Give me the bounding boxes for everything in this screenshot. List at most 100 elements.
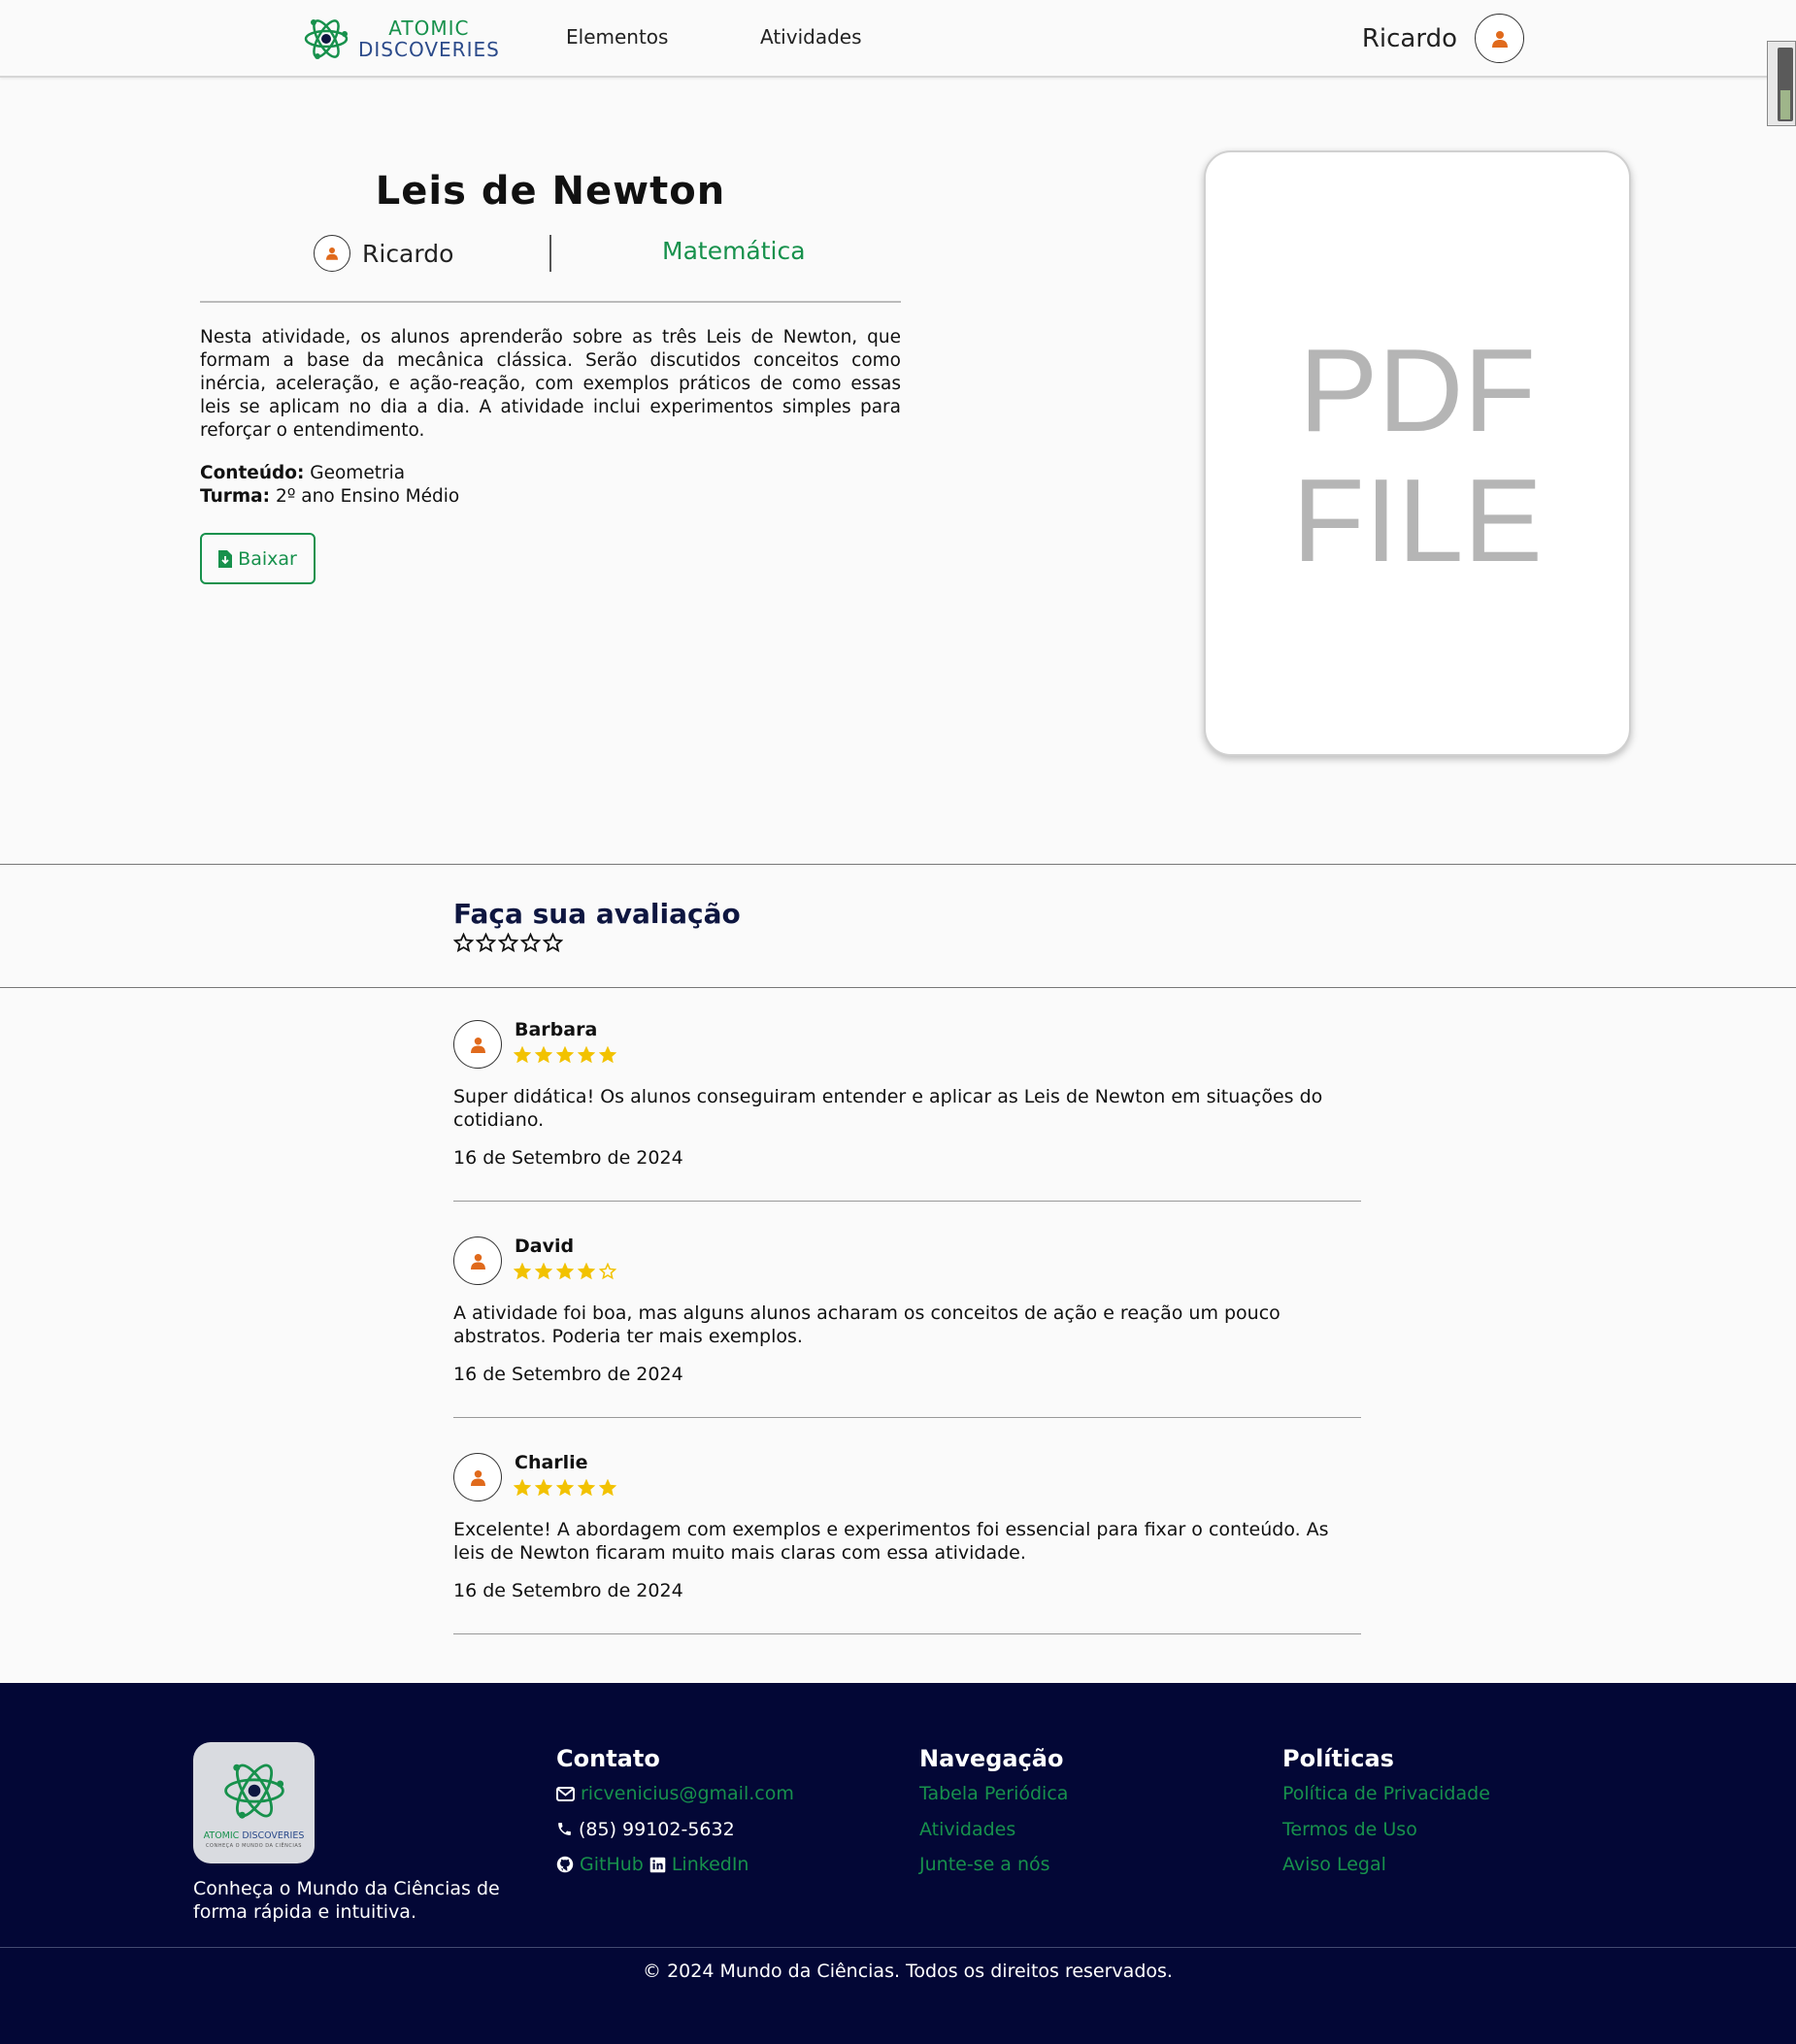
author-name: Ricardo bbox=[362, 239, 454, 268]
footer-link-termos[interactable]: Termos de Uso bbox=[1282, 1818, 1417, 1841]
user-icon bbox=[470, 1037, 485, 1053]
activity-info: Conteúdo: Geometria Turma: 2º ano Ensino… bbox=[200, 462, 459, 509]
atom-icon bbox=[224, 1764, 284, 1819]
logo-text-top: ATOMIC bbox=[388, 16, 470, 40]
review-stars bbox=[514, 1479, 616, 1497]
nav-link-elementos[interactable]: Elementos bbox=[566, 25, 668, 49]
star-filled-icon bbox=[578, 1046, 595, 1064]
star-filled-icon bbox=[578, 1479, 595, 1497]
pdf-text-line1: PDF bbox=[1299, 324, 1536, 456]
phone-icon bbox=[558, 1823, 571, 1835]
footer-logo-text-a: ATOMIC bbox=[203, 1830, 240, 1841]
star-outline-icon[interactable] bbox=[520, 933, 541, 953]
footer-navigation: Navegação Tabela Periódica Atividades Ju… bbox=[919, 1745, 1068, 1889]
meta-divider bbox=[549, 235, 551, 272]
header-avatar[interactable] bbox=[1475, 14, 1524, 63]
activity-subject[interactable]: Matemática bbox=[662, 237, 806, 265]
review-date: 16 de Setembro de 2024 bbox=[453, 1580, 683, 1601]
star-outline-icon[interactable] bbox=[476, 933, 496, 953]
footer-link-privacidade[interactable]: Política de Privacidade bbox=[1282, 1782, 1490, 1805]
star-filled-icon bbox=[514, 1263, 531, 1280]
review-text: Super didática! Os alunos conseguiram en… bbox=[453, 1086, 1323, 1131]
pdf-preview[interactable]: PDF FILE bbox=[1204, 150, 1631, 756]
reviewer-name: David bbox=[515, 1236, 575, 1257]
rating-title: Faça sua avaliação bbox=[453, 898, 741, 930]
github-icon bbox=[556, 1856, 574, 1873]
star-outline-icon bbox=[599, 1263, 616, 1280]
review-item: David A atividade foi boa, mas alguns al… bbox=[453, 1234, 1361, 1418]
footer-logo-text-b: DISCOVERIES bbox=[242, 1830, 305, 1841]
envelope-icon bbox=[556, 1786, 575, 1801]
class-value: 2º ano Ensino Médio bbox=[275, 486, 460, 507]
user-icon bbox=[1491, 30, 1508, 48]
pdf-text-line2: FILE bbox=[1292, 454, 1543, 586]
footer-link-tabela-periodica[interactable]: Tabela Periódica bbox=[919, 1782, 1068, 1805]
footer-contact-title: Contato bbox=[556, 1745, 660, 1772]
reviewer-name: Barbara bbox=[515, 1019, 598, 1040]
star-filled-icon bbox=[535, 1479, 552, 1497]
content-value: Geometria bbox=[310, 463, 406, 483]
star-filled-icon bbox=[514, 1479, 531, 1497]
star-outline-icon[interactable] bbox=[453, 933, 474, 953]
download-button[interactable]: Baixar bbox=[200, 533, 316, 584]
class-label: Turma: bbox=[200, 486, 271, 507]
footer-linkedin-link[interactable]: LinkedIn bbox=[672, 1853, 749, 1876]
footer-logo[interactable]: ATOMIC DISCOVERIES CONHEÇA O MUNDO DA CI… bbox=[193, 1742, 315, 1863]
reviewer-avatar bbox=[453, 1236, 502, 1285]
review-stars bbox=[514, 1263, 616, 1280]
footer-phone: (85) 99102-5632 bbox=[579, 1818, 735, 1840]
star-filled-icon bbox=[578, 1263, 595, 1280]
linkedin-icon bbox=[649, 1857, 666, 1872]
activity-description: Nesta atividade, os alunos aprenderão so… bbox=[200, 327, 901, 441]
star-filled-icon bbox=[535, 1263, 552, 1280]
side-widget-tab[interactable] bbox=[1767, 41, 1796, 126]
footer-github-link[interactable]: GitHub bbox=[580, 1853, 644, 1876]
review-date: 16 de Setembro de 2024 bbox=[453, 1364, 683, 1385]
nav-link-atividades[interactable]: Atividades bbox=[760, 25, 862, 49]
review-stars bbox=[514, 1046, 616, 1064]
review-item: Barbara Super didática! Os alunos conseg… bbox=[453, 1017, 1361, 1202]
reviewer-name: Charlie bbox=[515, 1452, 588, 1473]
user-icon bbox=[470, 1469, 485, 1486]
footer-email-link[interactable]: ricvenicius@gmail.com bbox=[581, 1782, 794, 1805]
star-filled-icon bbox=[514, 1046, 531, 1064]
divider bbox=[200, 301, 901, 303]
footer-link-junte-se[interactable]: Junte-se a nós bbox=[919, 1853, 1050, 1876]
footer-policies: Políticas Política de Privacidade Termos… bbox=[1282, 1745, 1490, 1889]
review-item: Charlie Excelente! A abordagem com exemp… bbox=[453, 1450, 1361, 1634]
star-outline-icon[interactable] bbox=[498, 933, 518, 953]
review-text: A atividade foi boa, mas alguns alunos a… bbox=[453, 1302, 1280, 1347]
rating-stars[interactable] bbox=[453, 933, 563, 953]
reviewer-avatar bbox=[453, 1453, 502, 1501]
star-outline-icon[interactable] bbox=[543, 933, 563, 953]
star-filled-icon bbox=[556, 1479, 574, 1497]
header-user-name: Ricardo bbox=[1361, 23, 1457, 53]
content-label: Conteúdo: bbox=[200, 463, 305, 483]
author-avatar bbox=[314, 235, 350, 272]
atom-icon bbox=[304, 19, 349, 59]
review-text: Excelente! A abordagem com exemplos e ex… bbox=[453, 1519, 1329, 1564]
file-download-icon bbox=[218, 549, 233, 568]
footer-policies-title: Políticas bbox=[1282, 1745, 1394, 1772]
activity-title: Leis de Newton bbox=[375, 169, 726, 214]
footer-link-aviso-legal[interactable]: Aviso Legal bbox=[1282, 1853, 1386, 1876]
rating-section: Faça sua avaliação bbox=[0, 864, 1796, 988]
site-logo[interactable]: ATOMIC DISCOVERIES bbox=[302, 13, 500, 65]
reviewer-avatar bbox=[453, 1020, 502, 1069]
download-label: Baixar bbox=[238, 547, 297, 570]
star-filled-icon bbox=[599, 1479, 616, 1497]
footer-link-atividades[interactable]: Atividades bbox=[919, 1818, 1015, 1841]
footer-contact: Contato ricvenicius@gmail.com (85) 99102… bbox=[556, 1745, 794, 1889]
activity-author[interactable]: Ricardo bbox=[314, 235, 453, 272]
user-menu[interactable]: Ricardo bbox=[1362, 14, 1524, 63]
user-icon bbox=[326, 247, 338, 260]
star-filled-icon bbox=[599, 1046, 616, 1064]
footer-divider bbox=[0, 1947, 1796, 1948]
logo-text-bottom: DISCOVERIES bbox=[358, 38, 500, 61]
star-filled-icon bbox=[535, 1046, 552, 1064]
user-icon bbox=[470, 1253, 485, 1269]
footer: ATOMIC DISCOVERIES CONHEÇA O MUNDO DA CI… bbox=[0, 1683, 1796, 2044]
top-navbar: ATOMIC DISCOVERIES Elementos Atividades … bbox=[0, 0, 1796, 78]
footer-logo-subtitle: CONHEÇA O MUNDO DA CIÊNCIAS bbox=[206, 1843, 302, 1849]
copyright: © 2024 Mundo da Ciências. Todos os direi… bbox=[643, 1961, 1173, 1982]
